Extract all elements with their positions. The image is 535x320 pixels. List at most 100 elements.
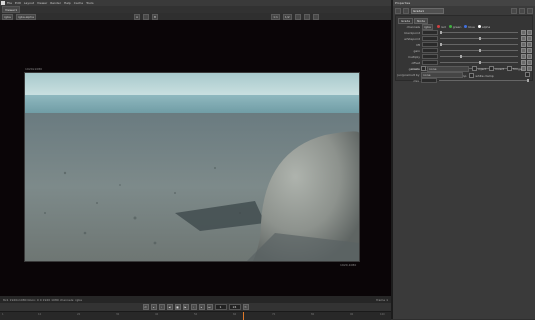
invert-checkbox[interactable]: [489, 66, 495, 71]
menu-render[interactable]: Render: [50, 1, 61, 5]
menu-cache[interactable]: Cache: [74, 1, 83, 5]
channels-toggle-icon[interactable]: [527, 42, 532, 47]
invert-unpremult-checkbox[interactable]: [525, 72, 530, 77]
viewer-toolbar: rgba rgba.alpha A B 1:1 1/2: [0, 13, 391, 20]
multiply-slider[interactable]: [440, 55, 518, 58]
frame-field[interactable]: 1: [214, 304, 227, 310]
channels-toggle-icon[interactable]: [527, 30, 532, 35]
menu-help[interactable]: Help: [64, 1, 71, 5]
gain-slider[interactable]: [440, 49, 518, 52]
properties-toolbar: Grade1: [393, 7, 535, 14]
red-channel-label[interactable]: red: [441, 25, 446, 29]
offset-field[interactable]: [422, 60, 438, 65]
whitepoint-field[interactable]: [422, 36, 438, 41]
menu-layout[interactable]: Layout: [24, 1, 34, 5]
app-logo-icon: [1, 1, 5, 5]
alpha-channel-label[interactable]: alpha: [482, 25, 490, 29]
param-label: blackpoint: [404, 30, 420, 35]
lock-icon[interactable]: [395, 7, 401, 14]
mix-row: mix: [397, 78, 531, 83]
green-channel-icon: [448, 25, 452, 28]
float-icon[interactable]: [519, 7, 525, 14]
input-b-dropdown[interactable]: B: [152, 13, 159, 20]
color-picker-icon[interactable]: [521, 60, 526, 65]
prev-keyframe-icon[interactable]: ◂: [150, 304, 157, 310]
lift-field[interactable]: [422, 42, 438, 47]
blackpoint-field[interactable]: [422, 30, 438, 35]
mix-field[interactable]: [421, 78, 437, 83]
param-row-blackpoint: blackpoint: [398, 30, 532, 35]
param-label: whitepoint: [404, 36, 420, 41]
timeline-tick-label: 100: [380, 313, 385, 316]
menu-edit[interactable]: Edit: [15, 1, 21, 5]
lift-slider[interactable]: [440, 43, 518, 46]
green-channel-label[interactable]: green: [453, 25, 462, 29]
channels-dropdown[interactable]: rgba: [2, 13, 13, 20]
timeline-tick-label: 70: [272, 313, 276, 316]
fps-field[interactable]: 24: [228, 304, 241, 310]
menu-file[interactable]: File: [7, 1, 12, 5]
param-row-offset: offset: [398, 60, 532, 65]
play-forward-icon[interactable]: ▶: [182, 304, 189, 310]
undo-icon[interactable]: [403, 7, 409, 14]
roi-icon[interactable]: [294, 13, 301, 20]
input-a-dropdown[interactable]: A: [133, 13, 140, 20]
whitepoint-slider[interactable]: [440, 37, 518, 40]
next-keyframe-icon[interactable]: ▸: [198, 304, 205, 310]
color-picker-icon[interactable]: [521, 54, 526, 59]
fringe-checkbox[interactable]: [507, 66, 513, 71]
blue-channel-label[interactable]: blue: [468, 25, 475, 29]
channels-toggle-icon[interactable]: [527, 54, 532, 59]
zoom-dropdown[interactable]: 1:1: [271, 13, 280, 20]
refresh-icon[interactable]: [312, 13, 319, 20]
close-icon[interactable]: [527, 7, 533, 14]
timeline-tick-label: 90: [350, 313, 354, 316]
channels-toggle-icon[interactable]: [527, 48, 532, 53]
beach-image: [25, 73, 359, 261]
help-icon[interactable]: [511, 7, 517, 14]
next-frame-icon[interactable]: ›: [190, 304, 197, 310]
color-picker-icon[interactable]: [521, 48, 526, 53]
multiply-field[interactable]: [422, 54, 438, 59]
channels-select[interactable]: rgba: [422, 23, 433, 30]
last-frame-icon[interactable]: ⏭: [206, 304, 213, 310]
layer-dropdown[interactable]: rgba.alpha: [15, 13, 36, 20]
menu-tools[interactable]: Tools: [86, 1, 93, 5]
proxy-dropdown[interactable]: 1/2: [282, 13, 292, 20]
param-label: offset: [411, 60, 421, 65]
mix-slider[interactable]: [439, 79, 529, 82]
channels-toggle-icon[interactable]: [527, 60, 532, 65]
tab-viewer-label: Viewer1: [5, 7, 18, 12]
timeline-tick-label: 50: [194, 313, 198, 316]
unpremult-select[interactable]: none: [421, 71, 463, 78]
play-backward-icon[interactable]: ◀: [166, 304, 173, 310]
menu-viewer[interactable]: Viewer: [37, 1, 47, 5]
color-picker-icon[interactable]: [521, 30, 526, 35]
bbox-label: 1920,1080: [340, 263, 357, 267]
channels-toggle-icon[interactable]: [527, 36, 532, 41]
mask-checkbox[interactable]: [421, 66, 426, 71]
fringe-label: fringe: [513, 66, 522, 71]
color-picker-icon[interactable]: [521, 36, 526, 41]
gain-field[interactable]: [422, 48, 438, 53]
timeline-tick-label: 20: [77, 313, 81, 316]
offset-slider[interactable]: [440, 61, 518, 64]
first-frame-icon[interactable]: ⏮: [142, 304, 149, 310]
compare-icon[interactable]: [143, 13, 149, 20]
timeline-tick-label: 10: [38, 313, 42, 316]
viewer-status-bar: 8x1 1920x1080 bbox: 0 0 1920 1080 channe…: [0, 296, 391, 303]
stop-icon[interactable]: ■: [174, 304, 181, 310]
format-label: 1920x1080: [25, 67, 43, 71]
color-picker-icon[interactable]: [521, 42, 526, 47]
timeline-tick-label: 1: [2, 313, 4, 316]
inject-checkbox[interactable]: [472, 66, 477, 71]
param-row-gain: gain: [398, 48, 532, 53]
node-name-field[interactable]: Grade1: [411, 7, 444, 14]
timeline-tick-label: 80: [311, 313, 315, 316]
tab-viewer[interactable]: Viewer1: [2, 6, 21, 13]
loop-icon[interactable]: ↻: [242, 304, 249, 310]
red-channel-icon: [436, 25, 440, 28]
prev-frame-icon[interactable]: ‹: [158, 304, 165, 310]
pause-icon[interactable]: [303, 13, 310, 20]
blackpoint-slider[interactable]: [440, 31, 518, 34]
